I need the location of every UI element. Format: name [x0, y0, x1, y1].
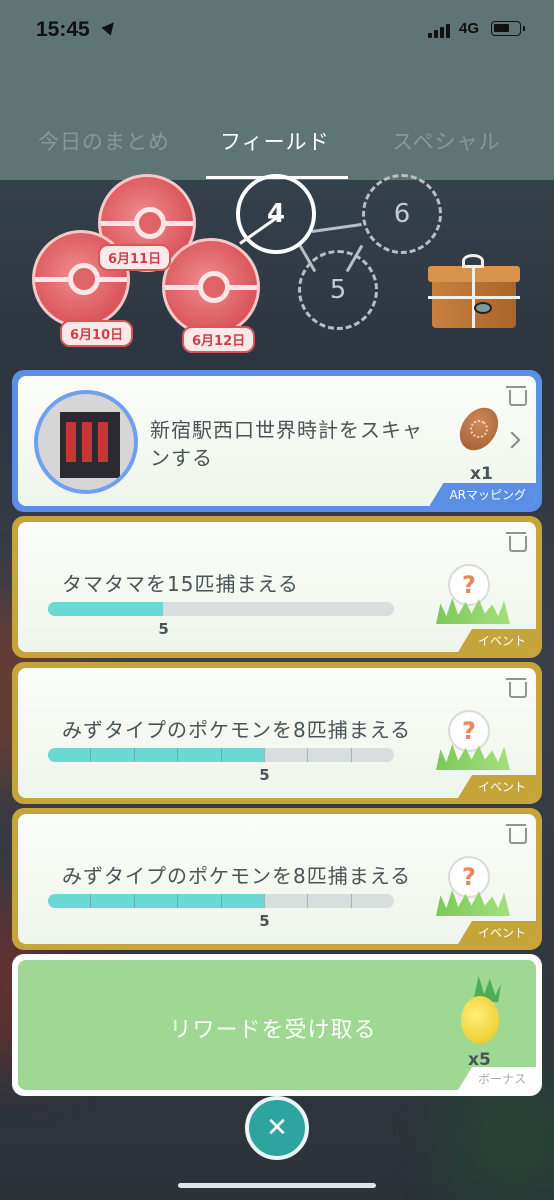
- stamp-date: 6月12日: [182, 326, 256, 353]
- tab-field[interactable]: フィールド: [220, 126, 330, 156]
- task-card-event[interactable]: タマタマを15匹捕まえる 5 ? イベント: [12, 516, 542, 658]
- status-time: 15:45: [36, 18, 90, 41]
- task-text: みずタイプのポケモンを8匹捕まえる: [62, 718, 412, 742]
- poi-photo: [34, 390, 138, 494]
- tab-special[interactable]: スペシャル: [392, 126, 501, 156]
- claim-reward-label: リワードを受け取る: [169, 1018, 377, 1043]
- task-card-event[interactable]: みずタイプのポケモンを8匹捕まえる 5 ? イベント: [12, 662, 542, 804]
- progress-segment: [265, 748, 309, 762]
- signal-icon: [428, 22, 450, 38]
- network-type: 4G: [459, 20, 480, 37]
- progress-segment: [91, 748, 135, 762]
- mystery-pokemon-icon: ?: [436, 558, 510, 628]
- progress-ticks: [48, 602, 394, 616]
- reward-quantity: x1: [470, 464, 493, 484]
- task-tag: ボーナス: [457, 1067, 536, 1090]
- completed-stamp: [162, 238, 260, 336]
- stamp-date: 6月10日: [60, 320, 134, 347]
- progress-bar: [48, 602, 394, 616]
- home-indicator[interactable]: [178, 1183, 376, 1188]
- task-card-ar[interactable]: 新宿駅西口世界時計をスキャンする x1 ARマッピング: [12, 370, 542, 512]
- stamp-date: 6月11日: [98, 244, 172, 271]
- chevron-right-icon[interactable]: [503, 431, 521, 449]
- progress-segment: [352, 748, 394, 762]
- task-text: タマタマを15匹捕まえる: [62, 572, 299, 596]
- close-button[interactable]: ✕: [245, 1096, 309, 1160]
- mystery-box-icon: [428, 254, 520, 330]
- progress-segment: [135, 894, 179, 908]
- trash-icon[interactable]: [506, 824, 527, 844]
- progress-segment: [135, 748, 179, 762]
- streak-day-next: 5: [298, 250, 378, 330]
- progress-segment: [308, 894, 352, 908]
- battery-icon: [491, 21, 525, 36]
- progress-segment: [91, 894, 135, 908]
- trash-icon[interactable]: [506, 386, 527, 406]
- status-bar: 15:45 4G: [0, 0, 554, 60]
- task-text: みずタイプのポケモンを8匹捕まえる: [62, 864, 412, 888]
- progress-segment: [222, 894, 265, 908]
- progress-segment: [178, 894, 222, 908]
- task-tag: イベント: [457, 629, 536, 652]
- progress-segment: [48, 894, 92, 908]
- progress-segment: [48, 748, 92, 762]
- trash-icon[interactable]: [506, 678, 527, 698]
- streak-day-current: 4: [236, 174, 316, 254]
- task-text: 新宿駅西口世界時計をスキャンする: [150, 418, 423, 470]
- progress-bar: [48, 894, 394, 908]
- streak-day-next: 6: [362, 174, 442, 254]
- mystery-pokemon-icon: ?: [436, 850, 510, 920]
- golden-pinap-berry-icon-body: [461, 996, 499, 1044]
- progress-ticks: [48, 894, 394, 908]
- progress-value: 5: [158, 620, 169, 638]
- mystery-pokemon-icon: ?: [436, 704, 510, 774]
- progress-segment: [308, 748, 352, 762]
- task-tag: イベント: [457, 921, 536, 944]
- progress-segment: [352, 894, 394, 908]
- trash-icon[interactable]: [506, 532, 527, 552]
- task-tag: イベント: [457, 775, 536, 798]
- research-streak: 6月11日 6月10日 6月12日 4 5 6: [0, 174, 554, 370]
- claim-reward-button[interactable]: リワードを受け取る x5 ボーナス: [12, 954, 542, 1096]
- location-arrow-icon: [101, 18, 119, 36]
- progress-segment: [222, 748, 265, 762]
- streak-connector: [311, 223, 362, 233]
- progress-bar: [48, 748, 394, 762]
- tab-today-summary[interactable]: 今日のまとめ: [38, 126, 170, 156]
- progress-value: 5: [259, 766, 270, 784]
- tab-bar: 今日のまとめ フィールド スペシャル: [0, 60, 554, 180]
- progress-segment: [48, 602, 394, 616]
- progress-value: 5: [259, 912, 270, 930]
- progress-segment: [265, 894, 309, 908]
- close-icon: ✕: [266, 1113, 288, 1143]
- task-tag: ARマッピング: [429, 483, 536, 506]
- progress-ticks: [48, 748, 394, 762]
- task-card-event[interactable]: みずタイプのポケモンを8匹捕まえる 5 ? イベント: [12, 808, 542, 950]
- progress-segment: [178, 748, 222, 762]
